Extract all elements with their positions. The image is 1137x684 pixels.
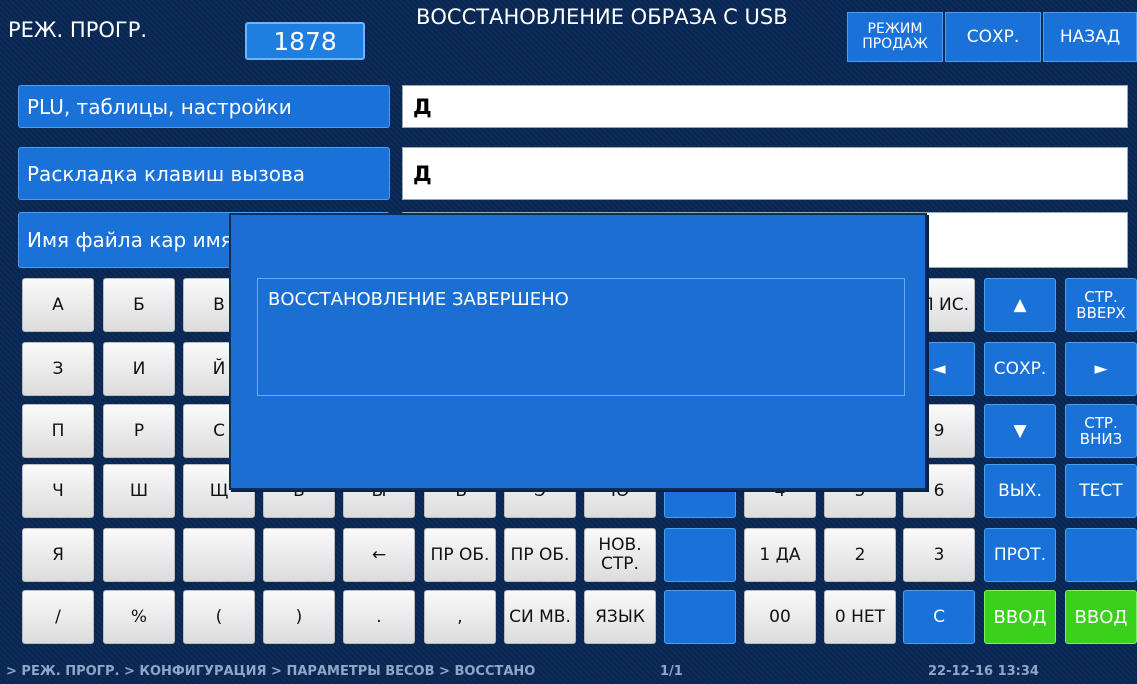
key-1-yes[interactable]: 1 ДА xyxy=(744,528,816,582)
status-bar: > РЕЖ. ПРОГР. > КОНФИГУРАЦИЯ > ПАРАМЕТРЫ… xyxy=(0,660,1137,684)
blank-key-r5-blue[interactable] xyxy=(664,528,736,582)
program-code: 1878 xyxy=(245,22,365,60)
screen-title: ВОССТАНОВЛЕНИЕ ОБРАЗА С USB xyxy=(416,5,788,29)
blank-key-r5-3[interactable] xyxy=(263,528,335,582)
save-button[interactable]: СОХР. xyxy=(945,12,1041,62)
key-p[interactable]: П xyxy=(22,404,94,458)
keymap-label: Раскладка клавиш вызова xyxy=(18,147,390,200)
key-b[interactable]: Б xyxy=(103,278,175,332)
down-arrow-key[interactable]: ▼ xyxy=(984,404,1056,458)
key-slash[interactable]: / xyxy=(22,590,94,644)
page-up-key[interactable]: СТР. ВВЕРХ xyxy=(1065,278,1137,332)
backspace-key[interactable]: ← xyxy=(343,528,415,582)
protocol-key[interactable]: ПРОТ. xyxy=(984,528,1056,582)
blank-key-r5-2[interactable] xyxy=(183,528,255,582)
key-dot[interactable]: . xyxy=(343,590,415,644)
key-0-no[interactable]: 0 НЕТ xyxy=(824,590,896,644)
key-comma[interactable]: , xyxy=(424,590,496,644)
keymap-value[interactable]: Д xyxy=(402,147,1128,200)
test-key[interactable]: ТЕСТ xyxy=(1065,464,1137,518)
key-i[interactable]: И xyxy=(103,342,175,396)
key-z[interactable]: З xyxy=(22,342,94,396)
datetime: 22-12-16 13:34 xyxy=(928,664,1039,679)
key-sh[interactable]: Ш xyxy=(103,464,175,518)
key-ya[interactable]: Я xyxy=(22,528,94,582)
plu-value[interactable]: Д xyxy=(402,85,1128,128)
key-ch[interactable]: Ч xyxy=(22,464,94,518)
key-r[interactable]: Р xyxy=(103,404,175,458)
key-percent[interactable]: % xyxy=(103,590,175,644)
key-3[interactable]: 3 xyxy=(903,528,975,582)
back-button[interactable]: НАЗАД xyxy=(1043,12,1137,62)
sales-mode-button[interactable]: РЕЖИМ ПРОДАЖ xyxy=(847,12,943,62)
enter-key-1[interactable]: ВВОД xyxy=(984,590,1056,644)
key-2[interactable]: 2 xyxy=(824,528,896,582)
enter-key-2[interactable]: ВВОД xyxy=(1065,590,1137,644)
new-line-key[interactable]: НОВ. СТР. xyxy=(584,528,656,582)
blank-key-r5-1[interactable] xyxy=(103,528,175,582)
space-key-2[interactable]: ПР ОБ. xyxy=(504,528,576,582)
screen: РЕЖ. ПРОГР. 1878 ВОССТАНОВЛЕНИЕ ОБРАЗА С… xyxy=(0,0,1137,684)
right-arrow-key[interactable]: ► xyxy=(1065,342,1137,396)
language-key[interactable]: ЯЗЫК xyxy=(584,590,656,644)
key-00[interactable]: 00 xyxy=(744,590,816,644)
page-indicator: 1/1 xyxy=(660,664,683,679)
up-arrow-key[interactable]: ▲ xyxy=(984,278,1056,332)
restore-dialog: ВОССТАНОВЛЕНИЕ ЗАВЕРШЕНО xyxy=(229,213,927,490)
key-a[interactable]: А xyxy=(22,278,94,332)
dialog-message: ВОССТАНОВЛЕНИЕ ЗАВЕРШЕНО xyxy=(268,289,569,310)
exit-key[interactable]: ВЫХ. xyxy=(984,464,1056,518)
dialog-message-box: ВОССТАНОВЛЕНИЕ ЗАВЕРШЕНО xyxy=(257,278,905,396)
blank-key-r5-right[interactable] xyxy=(1065,528,1137,582)
space-key-1[interactable]: ПР ОБ. xyxy=(424,528,496,582)
plu-label: PLU, таблицы, настройки xyxy=(18,85,390,128)
key-close-paren[interactable]: ) xyxy=(263,590,335,644)
blank-key-r6-blue[interactable] xyxy=(664,590,736,644)
key-open-paren[interactable]: ( xyxy=(183,590,255,644)
mode-title: РЕЖ. ПРОГР. xyxy=(8,18,148,42)
save-key[interactable]: СОХР. xyxy=(984,342,1056,396)
symbols-key[interactable]: СИ МВ. xyxy=(504,590,576,644)
breadcrumb: > РЕЖ. ПРОГР. > КОНФИГУРАЦИЯ > ПАРАМЕТРЫ… xyxy=(6,664,536,679)
page-down-key[interactable]: СТР. ВНИЗ xyxy=(1065,404,1137,458)
clear-key[interactable]: С xyxy=(903,590,975,644)
